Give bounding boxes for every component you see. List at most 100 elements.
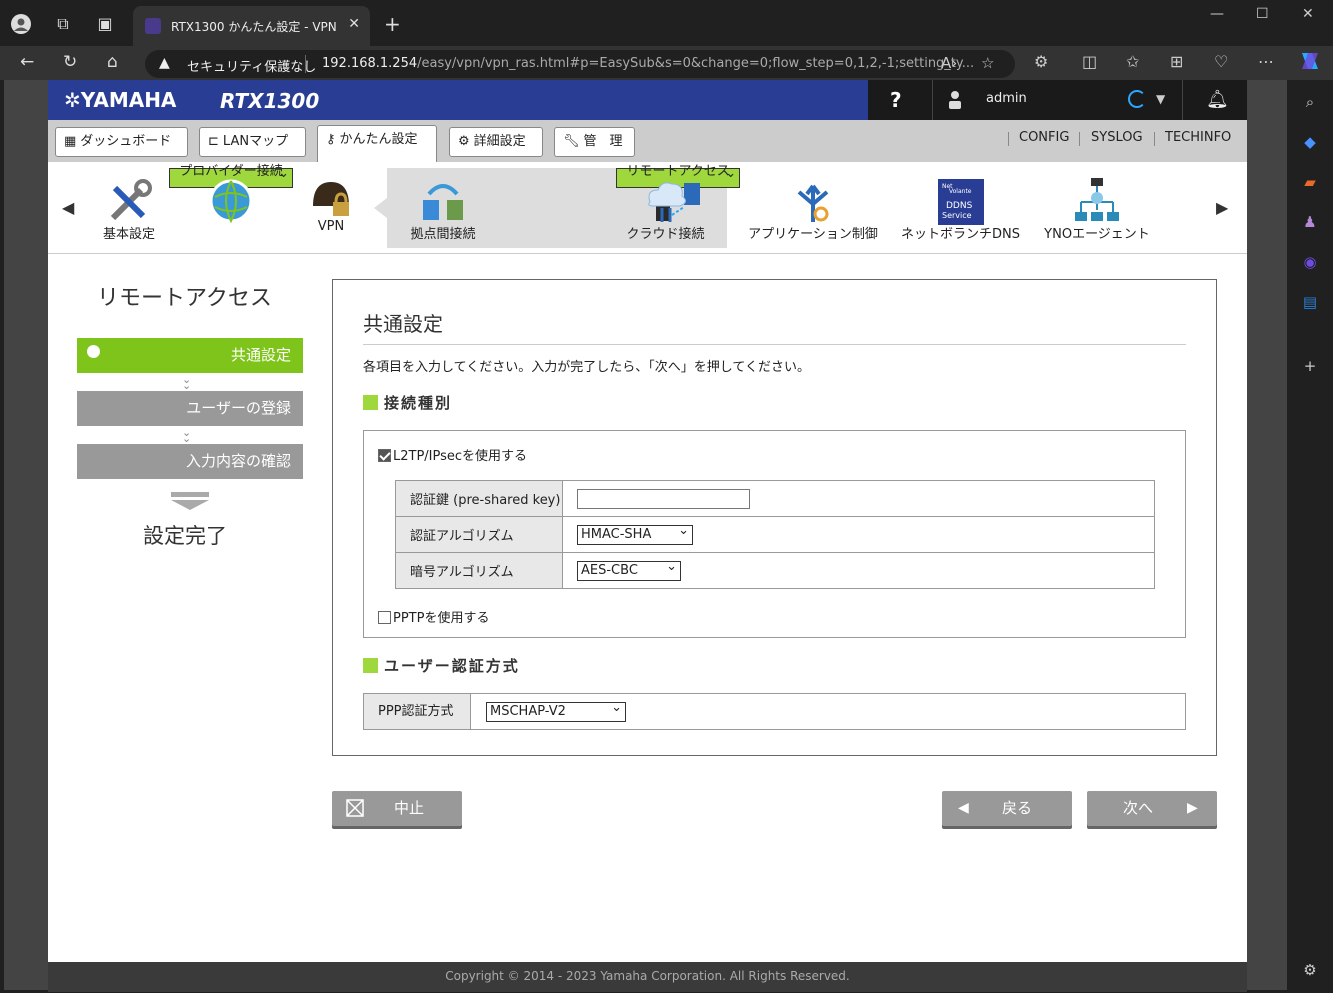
pptp-option[interactable]: PPTPを使用する bbox=[378, 607, 489, 626]
url-text: 192.168.1.254/easy/vpn/vpn_ras.html#p=Ea… bbox=[322, 56, 975, 71]
section-connection-type: 接続種別 bbox=[363, 392, 452, 413]
shopping-icon[interactable]: ◆ bbox=[1300, 132, 1320, 152]
split-screen-icon[interactable]: ◫ bbox=[1082, 52, 1097, 71]
user-name[interactable]: admin bbox=[986, 91, 1027, 106]
read-aloud-icon[interactable]: A› bbox=[941, 54, 957, 72]
l2tp-checkbox[interactable] bbox=[378, 449, 391, 462]
profile-icon[interactable] bbox=[10, 13, 32, 35]
address-toolbar: ← ↻ ⌂ ▲ セキュリティ保護なし 192.168.1.254/easy/vp… bbox=[0, 46, 1333, 80]
ppp-auth-select[interactable]: MSCHAP-V2 bbox=[486, 699, 626, 722]
tab-dashboard[interactable]: ▦ ダッシュボード bbox=[55, 127, 188, 157]
favorite-star-icon[interactable]: ☆ bbox=[981, 54, 994, 72]
menu-netvolante-dns[interactable]: Net Volante DDNS Service ネットボランチDNS bbox=[898, 168, 1023, 248]
tab-lanmap[interactable]: ⊏ LANマップ bbox=[199, 127, 306, 157]
sidebar-settings-icon[interactable]: ⚙ bbox=[1300, 960, 1320, 980]
maximize-icon[interactable]: ☐ bbox=[1256, 6, 1269, 22]
reload-icon[interactable]: ↻ bbox=[63, 52, 77, 72]
more-icon[interactable]: ⋯ bbox=[1258, 52, 1274, 71]
settings-panel: 共通設定 各項目を入力してください。入力が完了したら、「次へ」を押してください。… bbox=[332, 279, 1217, 756]
cloud-icon bbox=[647, 182, 686, 222]
svg-text:DDNS: DDNS bbox=[946, 201, 973, 211]
help-icon[interactable]: ? bbox=[890, 88, 902, 112]
scroll-right-icon[interactable]: ▶ bbox=[1216, 198, 1228, 217]
back-icon[interactable]: ← bbox=[20, 52, 34, 72]
back-button[interactable]: ◀ 戻る bbox=[942, 791, 1072, 826]
tools-icon[interactable]: ▰ bbox=[1300, 172, 1320, 192]
feature-menu: ◀ 基本設定 プロバイダー接続 VPN 拠点間接続 リモートアクセス クラウド接… bbox=[48, 162, 1247, 254]
copilot-sidebar-icon[interactable]: ◉ bbox=[1300, 252, 1320, 272]
close-tab-icon[interactable]: ✕ bbox=[348, 16, 360, 32]
gear-icon: ⚙ bbox=[458, 134, 470, 149]
outlook-icon[interactable]: ▤ bbox=[1300, 292, 1320, 312]
chevron-down-icon: ⌄ ⌄ bbox=[182, 426, 192, 445]
site-connection-icon bbox=[423, 184, 463, 220]
security-label: セキュリティ保護なし bbox=[187, 60, 317, 75]
connection-type-box: L2TP/IPsecを使用する 認証鍵 (pre-shared key) 認証ア… bbox=[363, 430, 1186, 638]
new-tab-icon[interactable]: + bbox=[384, 12, 401, 36]
tab-management[interactable]: 🔧︎ 管 理 bbox=[554, 127, 635, 157]
favicon-icon bbox=[145, 18, 161, 34]
menu-cloud[interactable]: クラウド接続 bbox=[618, 168, 713, 248]
scroll-left-icon[interactable]: ◀ bbox=[62, 198, 74, 217]
step-common-settings: 共通設定 bbox=[77, 338, 303, 373]
model-name: RTX1300 bbox=[220, 89, 320, 113]
menu-vpn[interactable]: VPN bbox=[298, 168, 364, 248]
workspaces-icon[interactable]: ⧉ bbox=[52, 13, 74, 35]
enc-alg-select[interactable]: AES-CBC bbox=[577, 558, 681, 581]
svg-text:Volante: Volante bbox=[949, 188, 972, 195]
user-auth-box: PPP認証方式 MSCHAP-V2 bbox=[363, 693, 1186, 730]
menu-site-to-site[interactable]: 拠点間接続 bbox=[403, 168, 483, 248]
auth-alg-label: 認証アルゴリズム bbox=[395, 516, 563, 553]
tab-detail-setup[interactable]: ⚙ 詳細設定 bbox=[449, 127, 543, 157]
yamaha-logo: ✲YAMAHA bbox=[64, 88, 177, 112]
panel-description: 各項目を入力してください。入力が完了したら、「次へ」を押してください。 bbox=[363, 360, 810, 375]
techinfo-link[interactable]: TECHINFO bbox=[1165, 130, 1231, 145]
minimize-icon[interactable]: — bbox=[1210, 6, 1224, 22]
config-link[interactable]: CONFIG bbox=[1019, 130, 1069, 145]
step-confirm: 入力内容の確認 bbox=[77, 444, 303, 479]
globe-icon bbox=[209, 179, 253, 224]
menu-basic-setup[interactable]: 基本設定 bbox=[94, 168, 164, 248]
games-icon[interactable]: ♟ bbox=[1300, 212, 1320, 232]
tools-icon bbox=[110, 179, 152, 221]
home-icon[interactable]: ⌂ bbox=[107, 52, 118, 72]
url-bar[interactable]: ▲ セキュリティ保護なし 192.168.1.254/easy/vpn/vpn_… bbox=[145, 50, 1015, 78]
loading-spinner-icon bbox=[1128, 90, 1146, 108]
syslog-link[interactable]: SYSLOG bbox=[1091, 130, 1143, 145]
browser-titlebar: ⧉ ▣ RTX1300 かんたん設定 - VPN - リモ ✕ + — ☐ ✕ bbox=[0, 0, 1333, 46]
tab-easy-setup[interactable]: ⚷ かんたん設定 bbox=[317, 125, 437, 162]
current-step-icon bbox=[87, 345, 100, 358]
psk-input[interactable] bbox=[577, 488, 750, 509]
footer: Copyright © 2014 - 2023 Yamaha Corporati… bbox=[48, 962, 1247, 992]
search-icon[interactable]: ⌕ bbox=[1300, 92, 1320, 112]
step-user-registration: ユーザーの登録 bbox=[77, 391, 303, 426]
chevron-down-icon: ⌄ ⌄ bbox=[182, 373, 192, 392]
add-sidebar-icon[interactable]: + bbox=[1300, 356, 1320, 376]
network-tree-icon bbox=[1075, 178, 1119, 221]
browser-tab[interactable]: RTX1300 かんたん設定 - VPN - リモ ✕ bbox=[133, 6, 370, 46]
tab-actions-icon[interactable]: ▣ bbox=[94, 13, 116, 35]
menu-provider[interactable]: プロバイダー接続 bbox=[169, 164, 293, 224]
pptp-checkbox[interactable] bbox=[378, 611, 391, 624]
panel-title: 共通設定 bbox=[363, 312, 443, 336]
collections-icon[interactable]: ⊞ bbox=[1170, 52, 1183, 71]
auth-alg-select[interactable]: HMAC-SHA bbox=[577, 522, 693, 545]
performance-icon[interactable]: ♡ bbox=[1214, 52, 1228, 71]
cancel-button[interactable]: 中止 bbox=[332, 791, 462, 826]
extensions-icon[interactable]: ⚙ bbox=[1034, 52, 1048, 71]
next-button[interactable]: 次へ ▶ bbox=[1087, 791, 1217, 826]
menu-yno-agent[interactable]: YNOエージェント bbox=[1038, 168, 1156, 248]
bell-icon[interactable]: 🔔︎ bbox=[1206, 89, 1229, 110]
l2tp-option[interactable]: L2TP/IPsecを使用する bbox=[378, 445, 527, 464]
close-window-icon[interactable]: ✕ bbox=[1302, 6, 1314, 22]
favorites-icon[interactable]: ✩ bbox=[1126, 52, 1139, 71]
app-control-icon bbox=[797, 184, 829, 222]
browser-sidebar: ⌕ ◆ ▰ ♟ ◉ ▤ + ⚙ bbox=[1287, 80, 1333, 993]
menu-app-control[interactable]: アプリケーション制御 bbox=[743, 168, 883, 248]
copilot-icon[interactable] bbox=[1298, 49, 1322, 77]
wrench-icon: 🔧︎ bbox=[563, 134, 580, 149]
psk-label: 認証鍵 (pre-shared key) bbox=[395, 480, 563, 517]
step-title: リモートアクセス bbox=[97, 286, 272, 311]
dashboard-icon: ▦ bbox=[64, 134, 77, 149]
chevron-down-icon[interactable]: ▼ bbox=[1156, 92, 1165, 106]
